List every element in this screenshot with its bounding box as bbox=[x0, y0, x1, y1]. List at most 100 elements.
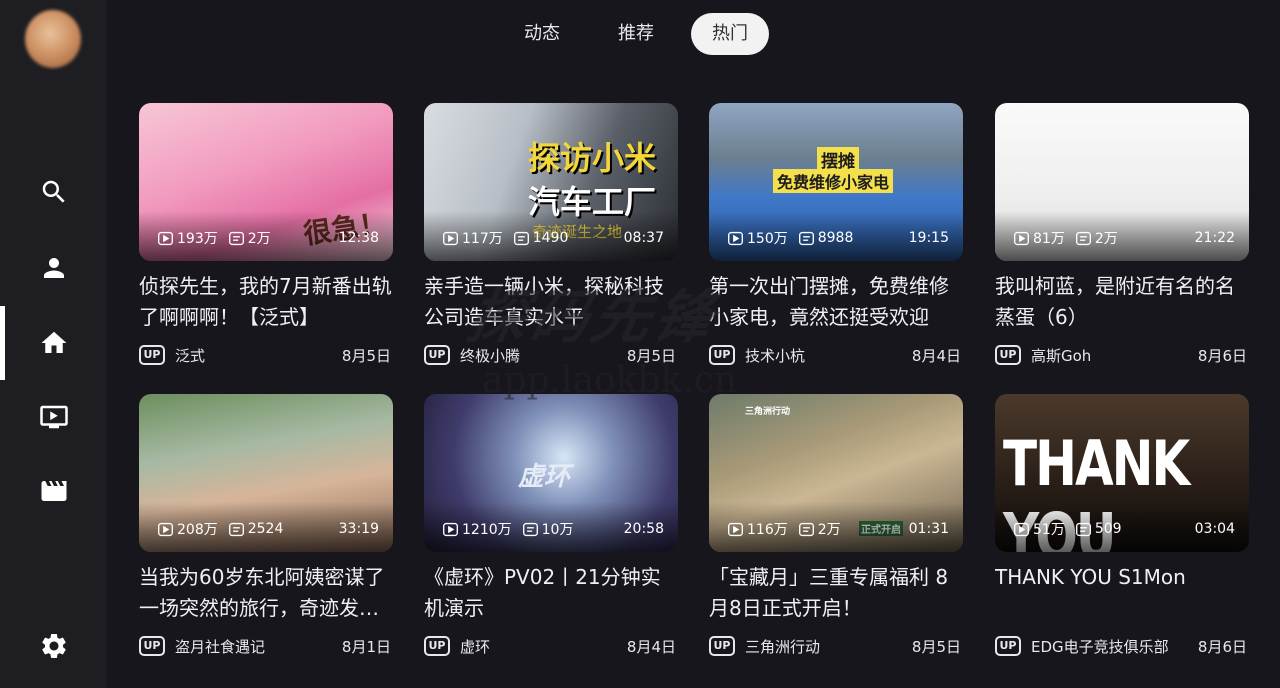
watermark-logo: 探码先锋 bbox=[461, 283, 725, 351]
sidebar-item-settings[interactable] bbox=[0, 609, 107, 683]
video-title[interactable]: THANK YOU S1Mon bbox=[995, 562, 1249, 624]
sidebar-item-movie[interactable] bbox=[0, 454, 107, 528]
video-meta: UP 技术小杭 8月4日 bbox=[709, 344, 963, 366]
video-author[interactable]: 泛式 bbox=[175, 345, 336, 366]
views-stat: 208万 bbox=[157, 519, 218, 539]
video-author[interactable]: 盗月社食遇记 bbox=[175, 636, 336, 657]
video-date: 8月1日 bbox=[341, 637, 391, 656]
video-thumbnail[interactable]: 探访小米汽车工厂奇迹诞生之地117万149008:37 bbox=[424, 103, 678, 261]
play-count-icon bbox=[1014, 231, 1029, 245]
up-badge-icon: UP bbox=[139, 345, 165, 365]
video-author[interactable]: EDG电子竞技俱乐部 bbox=[1031, 636, 1192, 657]
video-title[interactable]: 侦探先生，我的7月新番出轨了啊啊啊！【泛式】 bbox=[139, 271, 393, 333]
video-card[interactable]: THANK YOU51万50903:04THANK YOU S1MonUPEDG… bbox=[995, 394, 1249, 664]
gear-icon bbox=[41, 633, 66, 658]
danmaku-stat: 8988 bbox=[798, 230, 854, 247]
danmaku-icon bbox=[228, 231, 244, 245]
video-icon bbox=[39, 405, 68, 429]
video-card[interactable]: 208万 2524 33:19 当我为60岁东北阿姨密谋了一场突然的旅行，奇迹发生了 U… bbox=[139, 394, 393, 664]
video-stats: 117万 1490 08:37 bbox=[442, 228, 664, 248]
play-count-icon bbox=[443, 231, 458, 245]
tab-hot[interactable]: 热门 bbox=[691, 13, 769, 55]
video-thumbnail[interactable]: 虚环 1210万 10万 20:58 bbox=[424, 394, 678, 552]
danmaku-count: 1490 bbox=[532, 230, 569, 246]
video-card[interactable]: 三角洲行动正式开启116万2万01:31「宝藏月」三重专属福利 8月8日正式开启… bbox=[709, 394, 963, 664]
thumbnail-caption: 探访小米 bbox=[528, 139, 657, 177]
views-count: 1210万 bbox=[462, 522, 512, 538]
video-thumbnail[interactable]: 三角洲行动正式开启116万2万01:31 bbox=[709, 394, 963, 552]
video-title[interactable]: 我叫柯蓝，是附近有名的名蒸蛋（6） bbox=[995, 271, 1249, 333]
views-count: 208万 bbox=[177, 522, 218, 538]
danmaku-stat: 1490 bbox=[513, 230, 569, 247]
views-stat: 81万 bbox=[1013, 228, 1065, 248]
danmaku-icon bbox=[522, 522, 538, 536]
danmaku-icon bbox=[228, 522, 244, 536]
tab-dynamic[interactable]: 动态 bbox=[503, 13, 581, 55]
video-thumbnail[interactable]: 很急！193万2万12:38 bbox=[139, 103, 393, 261]
video-stats: 150万 8988 19:15 bbox=[727, 228, 949, 248]
danmaku-icon bbox=[513, 231, 529, 245]
danmaku-icon bbox=[1075, 522, 1091, 536]
video-stats: 1210万 10万 20:58 bbox=[442, 519, 664, 539]
tab-recommend[interactable]: 推荐 bbox=[597, 13, 675, 55]
video-duration: 01:31 bbox=[908, 521, 949, 537]
video-author[interactable]: 虚环 bbox=[460, 636, 621, 657]
video-duration: 20:58 bbox=[623, 521, 664, 537]
play-count-icon bbox=[728, 522, 743, 536]
video-author[interactable]: 技术小杭 bbox=[745, 345, 906, 366]
views-stat: 116万 bbox=[727, 519, 788, 539]
video-card[interactable]: 摆摊 免费维修小家电 150万 8988 19:15 第一次出门摆摊，免费维修小家电，竟然… bbox=[709, 103, 963, 373]
avatar[interactable] bbox=[25, 10, 81, 68]
danmaku-stat: 10万 bbox=[522, 519, 573, 539]
video-author[interactable]: 高斯Goh bbox=[1031, 345, 1192, 366]
sidebar-item-search[interactable] bbox=[0, 155, 107, 229]
video-duration: 21:22 bbox=[1194, 230, 1235, 246]
danmaku-count: 509 bbox=[1094, 521, 1122, 537]
views-count: 117万 bbox=[462, 231, 503, 247]
video-stats: 81万 2万 21:22 bbox=[1013, 228, 1235, 248]
video-card[interactable]: 81万 2万 21:22 我叫柯蓝，是附近有名的名蒸蛋（6） UP 高斯Goh 8月6日 bbox=[995, 103, 1249, 373]
video-thumbnail[interactable]: 81万 2万 21:22 bbox=[995, 103, 1249, 261]
views-stat: 193万 bbox=[157, 228, 218, 248]
video-author[interactable]: 三角洲行动 bbox=[745, 636, 906, 657]
views-stat: 117万 bbox=[442, 228, 503, 248]
sidebar-item-profile[interactable] bbox=[0, 231, 107, 305]
views-stat: 150万 bbox=[727, 228, 788, 248]
thumbnail-caption: 免费维修小家电 bbox=[773, 169, 894, 193]
danmaku-stat: 509 bbox=[1075, 521, 1122, 538]
up-badge-icon: UP bbox=[995, 636, 1021, 656]
video-title[interactable]: 当我为60岁东北阿姨密谋了一场突然的旅行，奇迹发生了 bbox=[139, 562, 393, 624]
views-stat: 51万 bbox=[1013, 519, 1065, 539]
video-date: 8月5日 bbox=[911, 637, 961, 656]
sidebar bbox=[0, 0, 107, 688]
video-title[interactable]: 《虚环》PV02丨21分钟实机演示 bbox=[424, 562, 678, 624]
watermark-url: app.laokbk.cn bbox=[482, 360, 738, 401]
thumbnail-caption: 虚环 bbox=[518, 462, 571, 492]
views-count: 81万 bbox=[1033, 231, 1065, 247]
video-thumbnail[interactable]: 208万 2524 33:19 bbox=[139, 394, 393, 552]
video-meta: UP 泛式 8月5日 bbox=[139, 344, 393, 366]
video-card[interactable]: 很急！193万2万12:38 侦探先生，我的7月新番出轨了啊啊啊！【泛式】 UP 泛式… bbox=[139, 103, 393, 373]
play-count-icon bbox=[728, 231, 743, 245]
danmaku-count: 8988 bbox=[817, 230, 854, 246]
video-meta: UP EDG电子竞技俱乐部 8月6日 bbox=[995, 635, 1249, 657]
video-card[interactable]: 虚环 1210万 10万 20:58 《虚环》PV02丨21分钟实机演示 UP 虚环 8月4日 bbox=[424, 394, 678, 664]
video-meta: UP 盗月社食遇记 8月1日 bbox=[139, 635, 393, 657]
views-count: 193万 bbox=[177, 231, 218, 247]
video-meta: UP 高斯Goh 8月6日 bbox=[995, 344, 1249, 366]
video-duration: 12:38 bbox=[338, 230, 379, 246]
danmaku-count: 2万 bbox=[1094, 231, 1118, 247]
sidebar-item-home[interactable] bbox=[0, 306, 107, 380]
danmaku-icon bbox=[1075, 231, 1091, 245]
video-title[interactable]: 「宝藏月」三重专属福利 8月8日正式开启！ bbox=[709, 562, 963, 624]
video-thumbnail[interactable]: 摆摊 免费维修小家电 150万 8988 19:15 bbox=[709, 103, 963, 261]
danmaku-count: 2万 bbox=[817, 522, 841, 538]
danmaku-stat: 2万 bbox=[798, 519, 841, 539]
sidebar-item-video[interactable] bbox=[0, 380, 107, 454]
video-duration: 33:19 bbox=[338, 521, 379, 537]
views-count: 51万 bbox=[1033, 522, 1065, 538]
video-title[interactable]: 第一次出门摆摊，免费维修小家电，竟然还挺受欢迎 bbox=[709, 271, 963, 333]
views-count: 116万 bbox=[747, 522, 788, 538]
video-stats: 116万 2万 01:31 bbox=[727, 519, 949, 539]
video-thumbnail[interactable]: THANK YOU51万50903:04 bbox=[995, 394, 1249, 552]
